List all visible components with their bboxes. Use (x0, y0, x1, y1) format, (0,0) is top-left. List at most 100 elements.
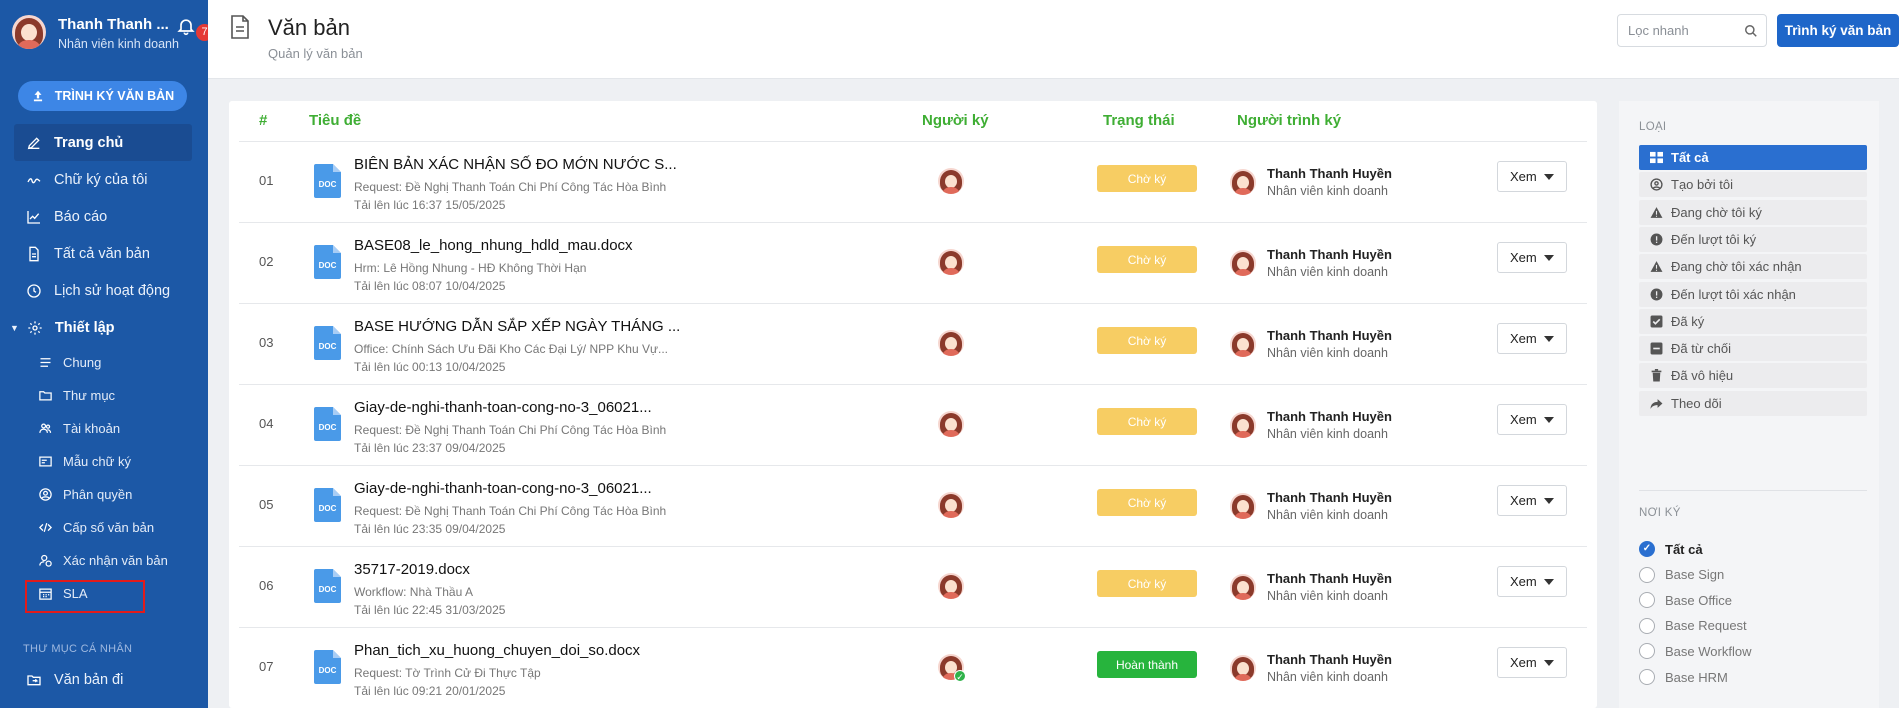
sub-permissions[interactable]: Phân quyền (0, 478, 208, 511)
col-title[interactable]: Tiêu đề (309, 112, 361, 129)
document-icon (29, 246, 39, 261)
signer-avatar[interactable] (938, 168, 964, 199)
filter-type-item[interactable]: Đến lượt tôi xác nhận (1639, 281, 1867, 307)
sign-place-radio[interactable]: Base Workflow (1639, 643, 1751, 660)
bell-icon[interactable] (176, 16, 196, 36)
folder-icon (39, 391, 52, 401)
col-status[interactable]: Trạng thái (1103, 112, 1175, 129)
doc-title[interactable]: Phan_tich_xu_huong_chuyen_doi_so.docx (354, 642, 640, 659)
doc-title[interactable]: BIÊN BẢN XÁC NHẬN SỐ ĐO MỚN NƯỚC S... (354, 156, 677, 173)
filter-type-item[interactable]: Đang chờ tôi xác nhận (1639, 254, 1867, 280)
avatar (12, 15, 46, 49)
upload-icon (33, 90, 42, 102)
filter-type-item[interactable]: Đang chờ tôi ký (1639, 199, 1867, 225)
filter-panel: LOẠI Tất cả Tạo bởi tôi Đang chờ tôi ký Đến… (1619, 101, 1879, 708)
checkbox-icon (1650, 315, 1663, 328)
trash-icon (1650, 369, 1663, 382)
sender-name: Thanh Thanh Huyền (1267, 490, 1392, 505)
nav-reports[interactable]: Báo cáo (0, 198, 208, 235)
quick-filter-input[interactable]: Lọc nhanh (1617, 14, 1767, 47)
sender-role: Nhân viên kinh doanh (1267, 184, 1388, 198)
filter-type-item[interactable]: Tất cả (1639, 145, 1867, 170)
doc-title[interactable]: Giay-de-nghi-thanh-toan-cong-no-3_06021.… (354, 399, 652, 416)
doc-source: Request: Đề Nghị Thanh Toán Chi Phí Công… (354, 423, 667, 437)
nav-all-documents[interactable]: Tất cả văn bản (0, 235, 208, 272)
file-type-label: DOC (318, 180, 337, 189)
filter-type-item[interactable]: Tạo bởi tôi (1639, 172, 1867, 198)
sign-place-radio[interactable]: Base Request (1639, 617, 1747, 634)
sub-doc-numbering-label: Cấp số văn bản (63, 520, 155, 535)
filter-type-item[interactable]: Đã từ chối (1639, 336, 1867, 362)
doc-title[interactable]: BASE08_le_hong_nhung_hdld_mau.docx (354, 237, 633, 254)
nav-settings[interactable]: ▼ Thiết lập (0, 309, 208, 346)
doc-title[interactable]: Giay-de-nghi-thanh-toan-cong-no-3_06021.… (354, 480, 652, 497)
sign-place-radio[interactable]: Base Office (1639, 592, 1732, 609)
table-row[interactable]: 07 DOC Phan_tich_xu_huong_chuyen_doi_so.do… (239, 627, 1587, 708)
nav-settings-label: Thiết lập (54, 319, 115, 336)
send-folder-icon (27, 675, 41, 686)
doc-source: Request: Tờ Trình Cử Đi Thực Tập (354, 666, 541, 680)
sender-role: Nhân viên kinh doanh (1267, 508, 1388, 522)
filter-type-item[interactable]: Đã ký (1639, 308, 1867, 334)
view-dropdown-button[interactable]: Xem (1497, 485, 1567, 516)
nav-outgoing-docs[interactable]: Văn bản đi (26, 672, 123, 688)
sub-general[interactable]: Chung (0, 346, 208, 379)
doc-title[interactable]: BASE HƯỚNG DẪN SẮP XẾP NGÀY THÁNG ... (354, 318, 680, 335)
col-signer[interactable]: Người ký (922, 112, 989, 129)
table-row[interactable]: 03 DOC BASE HƯỚNG DẪN SẮP XẾP NGÀY THÁNG .… (239, 303, 1587, 384)
doc-file-icon: DOC (314, 569, 341, 603)
nav-my-signature[interactable]: Chữ ký của tôi (0, 161, 208, 198)
table-row[interactable]: 01 DOC BIÊN BẢN XÁC NHẬN SỐ ĐO MỚN NƯỚC S.… (239, 141, 1587, 222)
table-row[interactable]: 04 DOC Giay-de-nghi-thanh-toan-cong-no-3_0… (239, 384, 1587, 465)
avatar (1230, 169, 1256, 195)
avatar (938, 330, 964, 356)
sign-place-radio[interactable]: Base HRM (1639, 669, 1728, 685)
nav-activity-history[interactable]: Lịch sử hoạt động (0, 272, 208, 309)
col-num: # (259, 112, 268, 129)
caret-down-icon (1544, 660, 1554, 666)
view-dropdown-button[interactable]: Xem (1497, 242, 1567, 273)
doc-upload-time: Tải lên lúc 16:37 15/05/2025 (354, 198, 506, 212)
sign-place-radio[interactable]: Base Sign (1639, 566, 1724, 583)
view-dropdown-button[interactable]: Xem (1497, 404, 1567, 435)
doc-file-icon: DOC (314, 488, 341, 522)
avatar (1230, 331, 1256, 357)
doc-source: Workflow: Nhà Thầu A (354, 585, 473, 599)
doc-file-icon: DOC (314, 245, 341, 279)
user-profile[interactable]: Thanh Thanh ... Nhân viên kinh doanh 7 (12, 14, 213, 54)
sign-place-radio[interactable]: ✓ Tất cả (1639, 541, 1703, 557)
filter-type-item[interactable]: Đã vô hiệu (1639, 363, 1867, 389)
filter-divider (1639, 490, 1867, 491)
caret-down-icon (1544, 336, 1554, 342)
nav-home[interactable]: Trang chủ (14, 124, 192, 161)
signer-avatar[interactable] (938, 573, 964, 604)
signer-avatar[interactable] (938, 330, 964, 361)
doc-source: Request: Đề Nghị Thanh Toán Chi Phí Công… (354, 180, 667, 194)
col-sender[interactable]: Người trình ký (1237, 112, 1341, 129)
table-row[interactable]: 05 DOC Giay-de-nghi-thanh-toan-cong-no-3_0… (239, 465, 1587, 546)
table-row[interactable]: 06 DOC 35717-2019.docx Workflow: Nhà Thầu A… (239, 546, 1587, 627)
filter-type-label: Đến lượt tôi ký (1671, 231, 1757, 247)
filter-type-item[interactable]: Đến lượt tôi ký (1639, 226, 1867, 252)
signer-avatar[interactable] (938, 492, 964, 523)
status-badge: Hoàn thành (1097, 651, 1197, 678)
sub-accounts[interactable]: Tài khoản (0, 412, 208, 445)
sub-doc-numbering[interactable]: Cấp số văn bản (0, 511, 208, 544)
table-row[interactable]: 02 DOC BASE08_le_hong_nhung_hdld_mau.docx H… (239, 222, 1587, 303)
sub-doc-confirm[interactable]: Xác nhận văn bản (0, 544, 208, 577)
filter-type-item[interactable]: Theo dõi (1639, 390, 1867, 416)
sub-folder[interactable]: Thư mục (0, 379, 208, 412)
signer-avatar[interactable] (938, 249, 964, 280)
signer-avatar[interactable] (938, 411, 964, 442)
sub-signature-template[interactable]: Mẫu chữ ký (0, 445, 208, 478)
view-dropdown-button[interactable]: Xem (1497, 647, 1567, 678)
submit-document-button[interactable]: Trình ký văn bản (1777, 14, 1899, 47)
doc-title[interactable]: 35717-2019.docx (354, 561, 470, 578)
view-dropdown-button[interactable]: Xem (1497, 566, 1567, 597)
view-dropdown-button[interactable]: Xem (1497, 323, 1567, 354)
view-dropdown-button[interactable]: Xem (1497, 161, 1567, 192)
view-label: Xem (1510, 655, 1537, 670)
submit-sign-button[interactable]: TRÌNH KÝ VĂN BẢN (18, 81, 187, 111)
signer-avatar[interactable]: ✓ (938, 654, 966, 685)
doc-file-icon: DOC (314, 407, 341, 441)
